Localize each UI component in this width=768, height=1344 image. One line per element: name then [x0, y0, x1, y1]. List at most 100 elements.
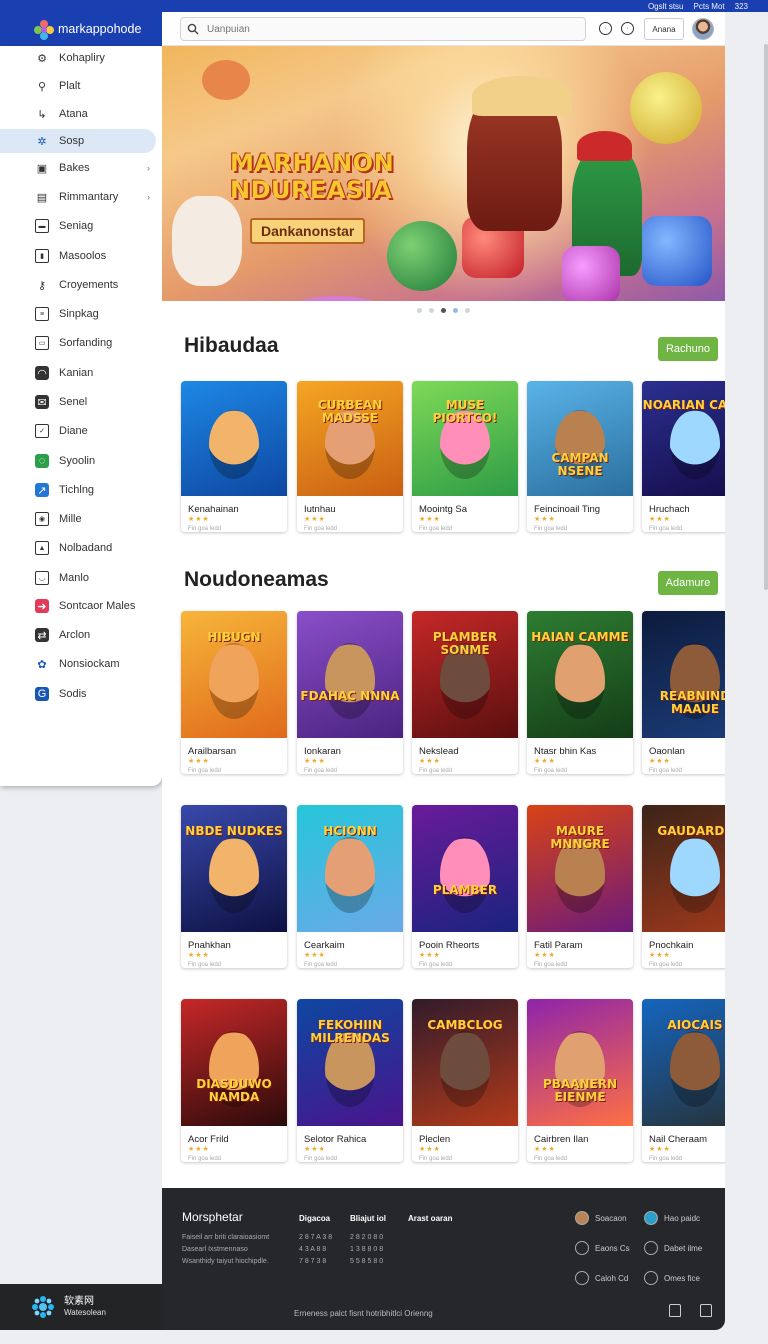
page-scrollbar[interactable]: [764, 44, 768, 590]
footer-social[interactable]: Caloh Cd: [575, 1271, 628, 1285]
game-thumbnail[interactable]: FEKOHIIN MILRENDAS: [297, 999, 403, 1126]
sidebar-item-bakes[interactable]: ▣ Bakes ›: [0, 156, 156, 180]
left-footer-title: 软素网: [64, 1296, 94, 1307]
emoji-icon[interactable]: ·: [621, 22, 634, 35]
game-card[interactable]: Kenahainan ★★★ Fin goa ledd: [181, 381, 287, 532]
game-card[interactable]: AIOCAIS Nail Cheraam ★★★ Fin goa ledd: [642, 999, 725, 1162]
game-card[interactable]: HCIONN Cearkaim ★★★ Fin goa ledd: [297, 805, 403, 968]
game-card[interactable]: CAMBCLOG Pleclen ★★★ Fin goa ledd: [412, 999, 518, 1162]
sidebar-item-diane[interactable]: ✓ Diane: [0, 419, 156, 443]
game-thumbnail[interactable]: NOARIAN CAME: [642, 381, 725, 496]
game-thumbnail[interactable]: HCIONN: [297, 805, 403, 932]
game-card[interactable]: PLAMBER SONME Nekslead ★★★ Fin goa ledd: [412, 611, 518, 774]
game-thumbnail[interactable]: [181, 381, 287, 496]
game-title-art: PBAANERN EIENME: [542, 1077, 618, 1104]
main-panel: · · Anana MARHANON NDUREASIA Dankanonsta…: [162, 12, 725, 1330]
game-card[interactable]: MAURE MNNGRE Fatil Param ★★★ Fin goa ledd: [527, 805, 633, 968]
game-card[interactable]: MUSE PIORTCO! Moointg Sa ★★★ Fin goa ledd: [412, 381, 518, 532]
pager-dot-active[interactable]: [441, 308, 446, 313]
sidebar-item-sontcaor-males[interactable]: ➜ Sontcaor Males: [0, 594, 156, 618]
game-thumbnail[interactable]: GAUDARDE: [642, 805, 725, 932]
sidebar-item-senel[interactable]: ✉ Senel: [0, 390, 156, 414]
sidebar-item-sinpkag[interactable]: ≡ Sinpkag: [0, 302, 156, 326]
game-thumbnail[interactable]: PLAMBER: [412, 805, 518, 932]
footer-link[interactable]: Dasearl Ixstmennaso: [182, 1246, 248, 1253]
game-thumbnail[interactable]: DIASDUWO NAMDA: [181, 999, 287, 1126]
footer-link[interactable]: Wsanthidy taiyut hiochipdle.: [182, 1258, 269, 1265]
sidebar-item-nolbadand[interactable]: ▲ Nolbadand: [0, 536, 156, 560]
game-thumbnail[interactable]: AIOCAIS: [642, 999, 725, 1126]
hero-title: MARHANON NDUREASIA: [230, 150, 394, 204]
sidebar-item-manlo[interactable]: ◡ Manlo: [0, 566, 156, 590]
sidebar-item-croyements[interactable]: ⚷ Croyements: [0, 273, 156, 297]
game-card[interactable]: HIBUGN Arailbarsan ★★★ Fin goa ledd: [181, 611, 287, 774]
pager-dot[interactable]: [465, 308, 470, 313]
game-thumbnail[interactable]: CAMBCLOG: [412, 999, 518, 1126]
game-thumbnail[interactable]: HAIAN CAMME: [527, 611, 633, 738]
ticket-icon: ↗: [35, 483, 49, 497]
game-card[interactable]: NBDE NUDKES Pnahkhan ★★★ Fin goa ledd: [181, 805, 287, 968]
sidebar-item-plalt[interactable]: ⚲ Plalt: [0, 74, 156, 98]
search-box[interactable]: [180, 17, 586, 41]
sidebar-item-sosp[interactable]: ✲ Sosp: [0, 129, 156, 153]
sidebar-item-kohapliry[interactable]: ⚙ Kohapliry: [0, 46, 156, 70]
game-card[interactable]: DIASDUWO NAMDA Acor Frild ★★★ Fin goa ledd: [181, 999, 287, 1162]
game-thumbnail[interactable]: PLAMBER SONME: [412, 611, 518, 738]
pager-dot[interactable]: [453, 308, 458, 313]
sidebar-item-rimmantary[interactable]: ▤ Rimmantary ›: [0, 185, 156, 209]
game-card[interactable]: HAIAN CAMME Ntasr bhin Kas ★★★ Fin goa ledd: [527, 611, 633, 774]
game-thumbnail[interactable]: MAURE MNNGRE: [527, 805, 633, 932]
sidebar-item-label: Plalt: [59, 80, 81, 92]
brand-bar[interactable]: markappohode: [0, 12, 162, 46]
footer-link[interactable]: Faiseil arr briti claraioasiomt: [182, 1234, 269, 1241]
game-thumbnail[interactable]: CURBEAN MADSSE: [297, 381, 403, 496]
sidebar-item-atana[interactable]: ↳ Atana: [0, 102, 156, 126]
pager-dot[interactable]: [417, 308, 422, 313]
section-more-button[interactable]: Rachuno: [658, 337, 718, 361]
pager-dot[interactable]: [429, 308, 434, 313]
game-thumbnail[interactable]: PBAANERN EIENME: [527, 999, 633, 1126]
game-thumbnail[interactable]: REABNIND MAAUE: [642, 611, 725, 738]
game-card[interactable]: CAMPAN NSENE Feincinoail Ting ★★★ Fin goa l…: [527, 381, 633, 532]
sidebar-item-sorfanding[interactable]: ▭ Sorfanding: [0, 331, 156, 355]
game-card[interactable]: PBAANERN EIENME Cairbren Ilan ★★★ Fin goa l…: [527, 999, 633, 1162]
game-card[interactable]: NOARIAN CAME Hruchach★★★ Fin goa ledd: [642, 381, 725, 532]
game-card[interactable]: PLAMBER Pooin Rheorts ★★★ Fin goa ledd: [412, 805, 518, 968]
search-input[interactable]: [207, 23, 567, 35]
home-icon[interactable]: [669, 1304, 681, 1317]
history-icon[interactable]: ·: [599, 22, 612, 35]
game-thumbnail[interactable]: HIBUGN: [181, 611, 287, 738]
share-icon[interactable]: [700, 1304, 712, 1317]
footer-social[interactable]: Dabet ilme: [644, 1241, 702, 1255]
sidebar-item-seniag[interactable]: ▬ Seniag: [0, 214, 156, 238]
sidebar-item-masoolos[interactable]: ▮ Masoolos: [0, 244, 156, 268]
sidebar-item-kanian[interactable]: ◠ Kanian: [0, 361, 156, 385]
game-card[interactable]: REABNIND MAAUE Oaonlan ★★★ Fin goa ledd: [642, 611, 725, 774]
avatar[interactable]: [692, 18, 714, 40]
left-footer-brand[interactable]: 软素网 Watesolean: [0, 1284, 162, 1330]
sidebar-item-nonsiockam[interactable]: ✿ Nonsiockam: [0, 652, 156, 676]
game-card[interactable]: GAUDARDE Pnochkain★★★ Fin goa ledd: [642, 805, 725, 968]
footer-social[interactable]: Soacaon: [575, 1211, 627, 1225]
game-card[interactable]: CURBEAN MADSSE Iutnhau ★★★ Fin goa ledd: [297, 381, 403, 532]
game-thumbnail[interactable]: CAMPAN NSENE: [527, 381, 633, 496]
section-more-button[interactable]: Adamure: [658, 571, 718, 595]
hero-banner[interactable]: MARHANON NDUREASIA Dankanonstar: [162, 46, 725, 301]
sidebar-item-sodis[interactable]: G Sodis: [0, 682, 156, 706]
account-button[interactable]: Anana: [644, 18, 684, 40]
game-thumbnail[interactable]: MUSE PIORTCO!: [412, 381, 518, 496]
game-thumbnail[interactable]: FDAHAC NNNA: [297, 611, 403, 738]
mail-icon: ✉: [35, 395, 49, 409]
game-card[interactable]: FDAHAC NNNA Ionkaran ★★★ Fin goa ledd: [297, 611, 403, 774]
footer-social[interactable]: Hao paidc: [644, 1211, 700, 1225]
footer-social[interactable]: Eaons Cs: [575, 1241, 630, 1255]
game-thumbnail[interactable]: NBDE NUDKES: [181, 805, 287, 932]
sidebar-item-label: Sosp: [59, 135, 85, 147]
footer-social[interactable]: Omes fice: [644, 1271, 700, 1285]
sidebar-item-mille[interactable]: ◉ Mille: [0, 507, 156, 531]
sidebar-item-syoolin[interactable]: ◌ Syoolin: [0, 449, 156, 473]
sidebar-item-arclon[interactable]: ⇄ Arclon: [0, 623, 156, 647]
game-card[interactable]: FEKOHIIN MILRENDAS Selotor Rahica ★★★ Fin g…: [297, 999, 403, 1162]
sidebar-item-label: Sontcaor Males: [59, 600, 136, 612]
sidebar-item-tichlng[interactable]: ↗ Tichlng: [0, 478, 156, 502]
